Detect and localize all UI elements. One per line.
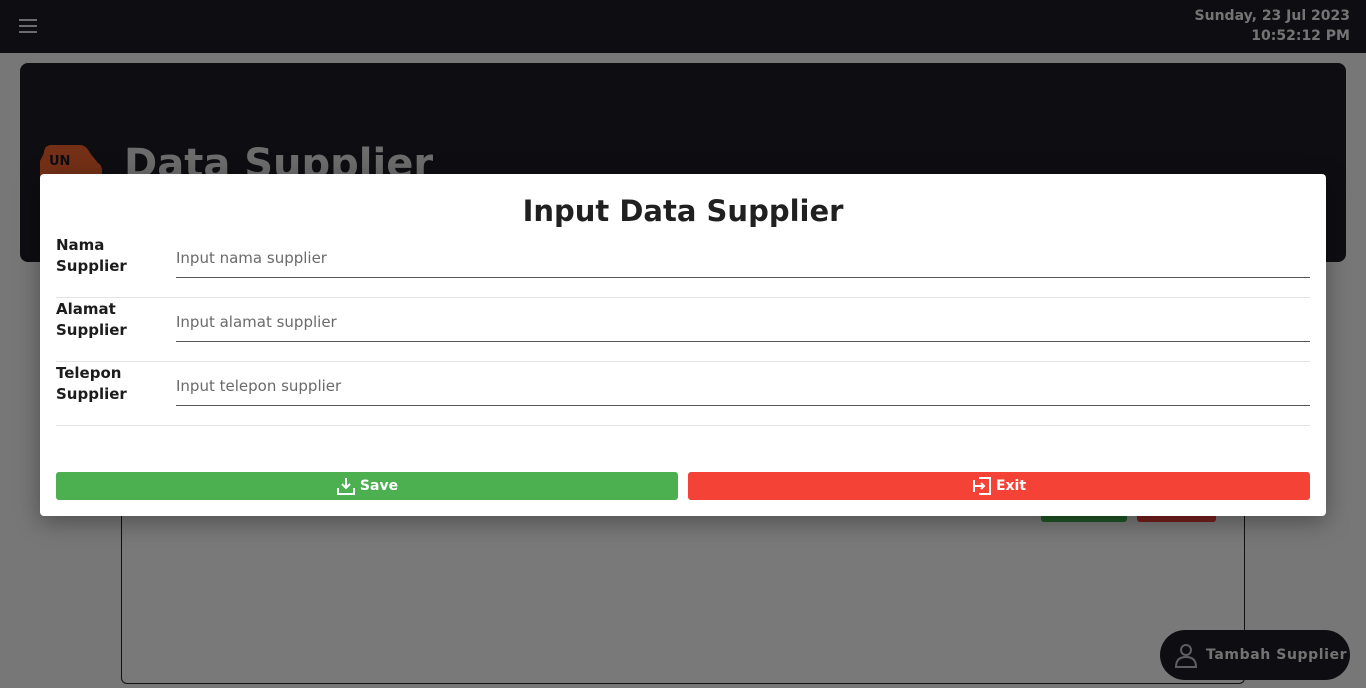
field-row-alamat: Alamat Supplier <box>56 298 1310 362</box>
exit-icon <box>972 477 991 495</box>
nama-supplier-input[interactable] <box>176 238 1310 278</box>
save-label: Save <box>359 478 399 494</box>
input-supplier-dialog: Input Data Supplier Nama Supplier Alamat… <box>40 174 1326 516</box>
field-row-nama: Nama Supplier <box>56 234 1310 298</box>
alamat-supplier-label: Alamat Supplier <box>56 300 127 339</box>
nama-supplier-label: Nama Supplier <box>56 236 127 275</box>
download-icon <box>336 478 355 495</box>
field-row-telepon: Telepon Supplier <box>56 362 1310 426</box>
exit-button[interactable]: Exit <box>688 472 1310 500</box>
alamat-supplier-input[interactable] <box>176 302 1310 342</box>
telepon-supplier-label: Telepon Supplier <box>56 364 127 403</box>
save-button[interactable]: Save <box>56 472 678 500</box>
exit-label: Exit <box>995 478 1027 494</box>
telepon-supplier-input[interactable] <box>176 366 1310 406</box>
dialog-title: Input Data Supplier <box>522 194 844 228</box>
